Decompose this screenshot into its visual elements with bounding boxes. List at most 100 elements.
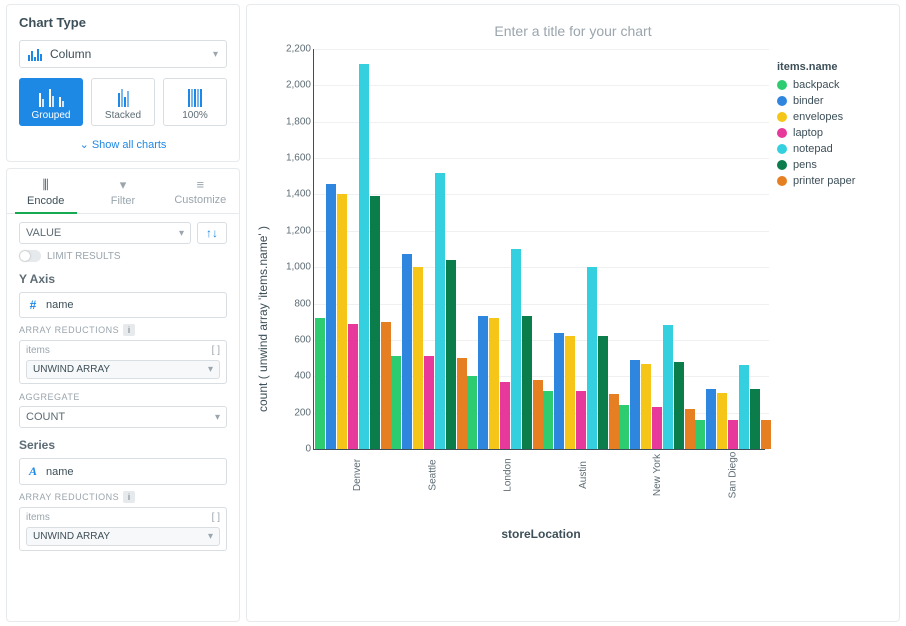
bar[interactable] xyxy=(619,405,629,449)
y-tick: 200 xyxy=(294,407,311,418)
series-reduction-select[interactable]: UNWIND ARRAY ▾ xyxy=(26,527,220,546)
bar[interactable] xyxy=(424,356,434,449)
sliders-icon: ≡ xyxy=(162,177,239,192)
subtype-label: Grouped xyxy=(32,110,71,121)
bar[interactable] xyxy=(413,267,423,449)
value-select[interactable]: VALUE ▾ xyxy=(19,222,191,244)
aggregate-label: AGGREGATE xyxy=(19,392,227,402)
chart-type-title: Chart Type xyxy=(7,5,239,36)
bar[interactable] xyxy=(478,316,488,449)
bar[interactable] xyxy=(391,356,401,449)
bar[interactable] xyxy=(359,64,369,449)
y-tick: 1,200 xyxy=(286,225,311,236)
bars-icon: ⫼ xyxy=(7,177,84,193)
bar[interactable] xyxy=(630,360,640,449)
y-tick: 800 xyxy=(294,298,311,309)
bar[interactable] xyxy=(685,409,695,449)
bar[interactable] xyxy=(446,260,456,449)
tab-encode[interactable]: ⫼ Encode xyxy=(7,169,84,213)
bar[interactable] xyxy=(609,394,619,449)
tab-customize[interactable]: ≡ Customize xyxy=(162,169,239,213)
y-tick: 1,600 xyxy=(286,153,311,164)
y-axis-field[interactable]: # name xyxy=(19,292,227,318)
bar[interactable] xyxy=(587,267,597,449)
legend-item[interactable]: laptop xyxy=(777,127,885,139)
bar[interactable] xyxy=(761,420,771,449)
bar[interactable] xyxy=(717,393,727,449)
legend: items.name backpackbinderenvelopeslaptop… xyxy=(769,49,889,589)
bar[interactable] xyxy=(511,249,521,449)
chart-title-input[interactable]: Enter a title for your chart xyxy=(257,23,889,39)
subtype-100[interactable]: 100% xyxy=(163,78,227,126)
y-reduction-select[interactable]: UNWIND ARRAY ▾ xyxy=(26,360,220,379)
bar[interactable] xyxy=(457,358,467,449)
legend-item[interactable]: pens xyxy=(777,159,885,171)
bar[interactable] xyxy=(533,380,543,449)
bars-area xyxy=(315,49,765,449)
limit-results-row: LIMIT RESULTS xyxy=(19,250,227,262)
legend-item[interactable]: envelopes xyxy=(777,111,885,123)
aggregate-select[interactable]: COUNT ▾ xyxy=(19,406,227,428)
bar[interactable] xyxy=(467,376,477,449)
bar[interactable] xyxy=(381,322,391,449)
bar[interactable] xyxy=(500,382,510,449)
brackets-icon: [ ] xyxy=(212,345,220,356)
chart-type-select[interactable]: Column ▾ xyxy=(19,40,227,68)
bar[interactable] xyxy=(641,364,651,449)
legend-label: envelopes xyxy=(793,111,843,123)
bar[interactable] xyxy=(554,333,564,449)
legend-item[interactable]: printer paper xyxy=(777,175,885,187)
bar[interactable] xyxy=(370,196,380,449)
legend-item[interactable]: backpack xyxy=(777,79,885,91)
legend-label: laptop xyxy=(793,127,823,139)
series-title: Series xyxy=(19,438,227,452)
category-group xyxy=(619,325,695,449)
series-reductions-label: ARRAY REDUCTIONS i xyxy=(19,491,227,503)
legend-item[interactable]: binder xyxy=(777,95,885,107)
bar[interactable] xyxy=(652,407,662,449)
stacked-icon xyxy=(94,85,152,107)
bar[interactable] xyxy=(402,254,412,449)
bar[interactable] xyxy=(663,325,673,449)
x-tick: Austin xyxy=(540,453,615,464)
bar[interactable] xyxy=(728,420,738,449)
tab-filter[interactable]: ▾ Filter xyxy=(84,169,161,213)
show-all-charts-link[interactable]: ⌄ Show all charts xyxy=(7,134,239,161)
bar[interactable] xyxy=(706,389,716,449)
limit-toggle[interactable] xyxy=(19,250,41,262)
y-axis-label: count ( unwind array 'items.name' ) xyxy=(256,226,270,412)
legend-label: binder xyxy=(793,95,824,107)
legend-item[interactable]: notepad xyxy=(777,143,885,155)
bar[interactable] xyxy=(695,420,705,449)
bar[interactable] xyxy=(739,365,749,449)
subtype-label: 100% xyxy=(182,110,208,121)
bar[interactable] xyxy=(543,391,553,449)
bar[interactable] xyxy=(674,362,684,449)
bar[interactable] xyxy=(750,389,760,449)
legend-label: notepad xyxy=(793,143,833,155)
legend-label: backpack xyxy=(793,79,839,91)
sort-button[interactable]: ↑↓ xyxy=(197,222,227,244)
bar[interactable] xyxy=(348,324,358,449)
x-axis-line xyxy=(313,449,765,450)
bar[interactable] xyxy=(522,316,532,449)
legend-swatch-icon xyxy=(777,112,787,122)
subtype-label: Stacked xyxy=(105,110,141,121)
series-field[interactable]: A name xyxy=(19,458,227,485)
chevron-down-icon: ⌄ xyxy=(80,139,89,151)
series-reduction-box: items [ ] UNWIND ARRAY ▾ xyxy=(19,507,227,551)
bar[interactable] xyxy=(576,391,586,449)
bar[interactable] xyxy=(565,336,575,449)
info-icon[interactable]: i xyxy=(123,491,135,503)
info-icon[interactable]: i xyxy=(123,324,135,336)
bar[interactable] xyxy=(598,336,608,449)
bar[interactable] xyxy=(326,184,336,449)
chevron-down-icon: ▾ xyxy=(179,228,184,239)
bar[interactable] xyxy=(337,194,347,449)
subtype-grouped[interactable]: Grouped xyxy=(19,78,83,126)
bar[interactable] xyxy=(435,173,445,449)
subtype-stacked[interactable]: Stacked xyxy=(91,78,155,126)
bar[interactable] xyxy=(315,318,325,449)
legend-label: printer paper xyxy=(793,175,855,187)
bar[interactable] xyxy=(489,318,499,449)
